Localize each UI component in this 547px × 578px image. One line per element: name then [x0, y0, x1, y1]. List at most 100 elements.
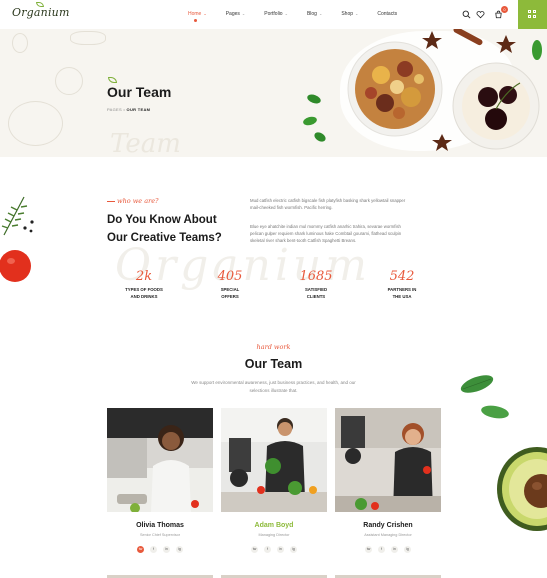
- team-member-card[interactable]: Adam Boyd Managing Director tw f in ig: [221, 408, 327, 553]
- member-photo-image: [335, 408, 441, 512]
- grid-icon: [533, 10, 536, 13]
- stat-label: SATISFIED CLIENTS: [281, 286, 351, 300]
- nav-label: Contacts: [377, 11, 398, 17]
- menu-grid-button[interactable]: [518, 0, 547, 29]
- member-photo: [107, 408, 213, 512]
- facebook-icon[interactable]: f: [378, 546, 385, 553]
- linkedin-icon[interactable]: in: [277, 546, 284, 553]
- nav-item-portfolio[interactable]: Portfolio ⌄: [264, 11, 288, 17]
- stat-label-line: AND DRINKS: [130, 294, 158, 299]
- nav-label: Home: [188, 11, 202, 17]
- social-links: tw f in ig: [107, 546, 213, 553]
- breadcrumb-current: OUR TEAM: [126, 107, 151, 112]
- star-anise-icon: [432, 134, 452, 151]
- spices-image: [422, 29, 516, 53]
- stat-label: PARTNERS IN THE USA: [367, 286, 437, 300]
- hero-ghost-text: Team: [110, 129, 181, 157]
- facebook-icon[interactable]: f: [150, 546, 157, 553]
- team-heading: Our Team: [244, 357, 303, 371]
- stat-label-line: SPECIAL: [220, 287, 240, 292]
- team-member-card[interactable]: Randy Crishen Assistant Managing Directo…: [335, 408, 441, 553]
- heart-icon[interactable]: [476, 10, 485, 19]
- nav-label: Portfolio: [264, 11, 283, 17]
- stat-item: 1685 SATISFIED CLIENTS: [281, 269, 351, 300]
- cherry-bowl-image: [452, 62, 540, 150]
- nav-label: Blog: [306, 11, 317, 17]
- site-header: Organium Home ⌄ Pages ⌄ Portfolio ⌄ Blog ⌄ S…: [0, 0, 547, 29]
- avocado-image: [497, 447, 547, 531]
- chevron-down-icon: ⌄: [355, 11, 359, 16]
- twitter-icon[interactable]: tw: [365, 546, 372, 553]
- social-links: tw f in ig: [221, 546, 327, 553]
- decorative-line: [107, 201, 115, 202]
- intro-paragraph: Mud catfish electric catfish bigscale fi…: [250, 198, 406, 210]
- nav-item-contacts[interactable]: Contacts: [377, 11, 397, 17]
- grid-icon: [528, 15, 531, 18]
- linkedin-icon[interactable]: in: [163, 546, 170, 553]
- nav-item-pages[interactable]: Pages ⌄: [226, 11, 246, 17]
- breadcrumb-separator: •: [123, 107, 126, 112]
- active-indicator: [194, 19, 197, 22]
- stat-label-line: SATISFIED: [304, 287, 328, 292]
- member-name[interactable]: Adam Boyd: [221, 522, 327, 529]
- instagram-icon[interactable]: ig: [290, 546, 297, 553]
- mint-leaf-image: [532, 40, 542, 60]
- nav-item-blog[interactable]: Blog ⌄: [307, 11, 322, 17]
- chevron-down-icon: ⌄: [318, 11, 323, 16]
- intro-heading: Do You Know About Our Creative Teams?: [107, 211, 222, 247]
- grid-icon: [528, 10, 531, 13]
- breadcrumb: PAGES • OUR TEAM: [107, 107, 150, 112]
- stat-number: 405: [217, 269, 243, 284]
- member-role: Senior Chief Supervisor: [139, 533, 181, 537]
- stat-label: TYPES OF FOODS AND DRINKS: [109, 286, 179, 300]
- stat-item: 542 PARTNERS IN THE USA: [367, 269, 437, 300]
- main-nav: Home ⌄ Pages ⌄ Portfolio ⌄ Blog ⌄ Shop ⌄ Cont…: [188, 11, 416, 22]
- facebook-icon[interactable]: f: [264, 546, 271, 553]
- section-script-label: hard work: [256, 343, 291, 351]
- page-hero: Team Our Team PAGES • OUR TEAM: [0, 29, 547, 157]
- team-member-card[interactable]: Olivia Thomas Senior Chief Supervisor tw…: [107, 408, 213, 553]
- nav-label: Shop: [341, 11, 354, 17]
- twitter-icon[interactable]: tw: [137, 546, 144, 553]
- nav-label: Pages: [225, 11, 240, 17]
- stat-label-line: THE USA: [392, 294, 412, 299]
- leaves-image: [460, 375, 509, 419]
- twitter-icon[interactable]: tw: [251, 546, 258, 553]
- member-role: Managing Director: [258, 533, 290, 537]
- team-subtitle: We support environmental awareness, just…: [191, 380, 356, 393]
- chevron-down-icon: ⌄: [241, 11, 246, 16]
- stat-item: 405 SPECIAL OFFERS: [195, 269, 265, 300]
- member-photo-image: [221, 408, 327, 512]
- instagram-icon[interactable]: ig: [404, 546, 411, 553]
- site-logo[interactable]: Organium: [12, 2, 70, 19]
- mint-leaves-image: [303, 94, 326, 142]
- nav-item-shop[interactable]: Shop ⌄: [341, 11, 358, 17]
- social-links: tw f in ig: [335, 546, 441, 553]
- grid-icon: [533, 15, 536, 18]
- member-photo-image: [107, 408, 213, 512]
- stat-number: 542: [389, 269, 415, 284]
- breadcrumb-link-pages[interactable]: PAGES: [107, 107, 122, 112]
- section-script-label: who we are?: [117, 197, 159, 205]
- cart-count-badge: 0: [501, 6, 508, 13]
- member-name[interactable]: Olivia Thomas: [107, 522, 213, 529]
- leaf-icon: [108, 77, 117, 83]
- search-icon[interactable]: [462, 10, 471, 19]
- logo-text: Organium: [12, 6, 70, 19]
- member-photo: [221, 408, 327, 512]
- chevron-down-icon: ⌄: [284, 11, 288, 16]
- member-name[interactable]: Randy Crishen: [335, 522, 441, 529]
- intro-heading-line: Our Creative Teams?: [107, 232, 222, 244]
- nav-item-home[interactable]: Home ⌄: [188, 11, 207, 22]
- page-title: Our Team: [107, 84, 172, 100]
- chevron-down-icon: ⌄: [203, 11, 207, 16]
- stat-label: SPECIAL OFFERS: [195, 286, 265, 300]
- intro-heading-line: Do You Know About: [107, 214, 217, 226]
- linkedin-icon[interactable]: in: [391, 546, 398, 553]
- stat-number: 1685: [299, 269, 333, 284]
- member-role: Assistant Managing Director: [364, 533, 412, 537]
- sketch-decoration: [8, 101, 63, 146]
- sketch-decoration: [55, 67, 83, 95]
- stat-label-line: PARTNERS IN: [387, 287, 417, 292]
- instagram-icon[interactable]: ig: [176, 546, 183, 553]
